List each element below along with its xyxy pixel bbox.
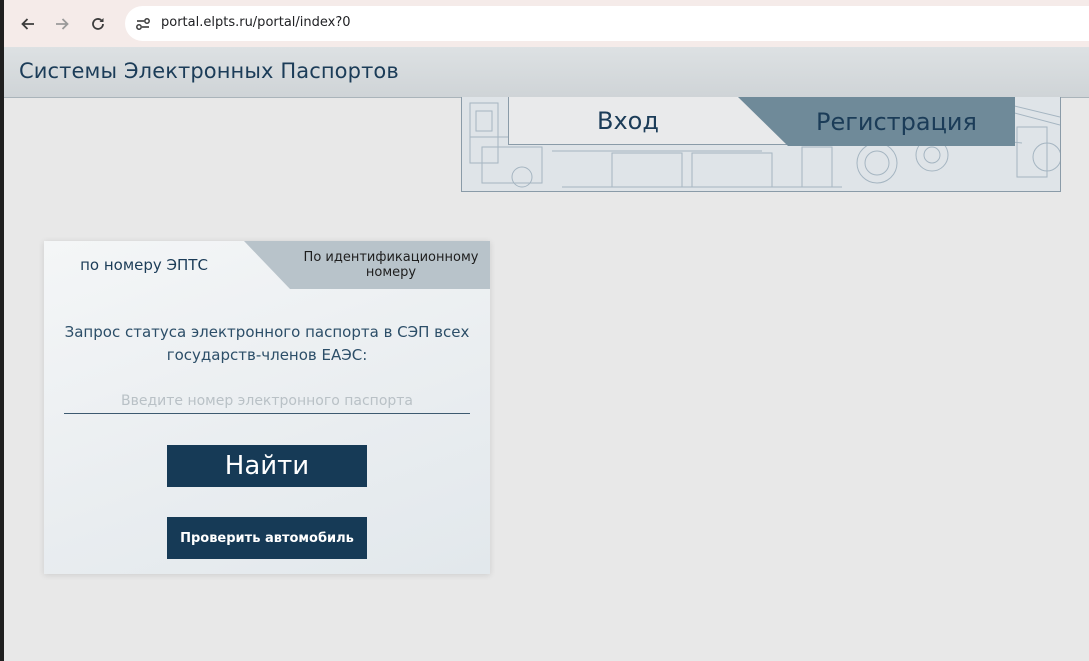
find-button[interactable]: Найти <box>167 445 367 487</box>
passport-number-input[interactable] <box>64 388 470 414</box>
back-icon[interactable] <box>16 12 40 36</box>
app-header: Системы Электронных Паспортов <box>4 47 1089 98</box>
address-bar[interactable]: portal.elpts.ru/portal/index?0 <box>125 6 1089 41</box>
url-text: portal.elpts.ru/portal/index?0 <box>161 15 351 30</box>
reload-icon[interactable] <box>86 12 110 36</box>
site-info-icon[interactable] <box>133 14 153 34</box>
tab-by-epts[interactable]: по номеру ЭПТС <box>44 241 244 289</box>
tab-by-id[interactable]: По идентификационному номеру <box>296 250 486 280</box>
window-edge <box>0 0 4 661</box>
page-title: Системы Электронных Паспортов <box>19 59 399 83</box>
auth-banner: Вход Регистрация <box>461 97 1061 192</box>
forward-icon[interactable] <box>50 12 74 36</box>
passport-search-card: по номеру ЭПТС По идентификационному ном… <box>44 241 490 574</box>
search-description: Запрос статуса электронного паспорта в С… <box>64 323 470 364</box>
browser-toolbar: portal.elpts.ru/portal/index?0 <box>4 0 1089 47</box>
check-car-button[interactable]: Проверить автомобиль <box>167 517 367 559</box>
